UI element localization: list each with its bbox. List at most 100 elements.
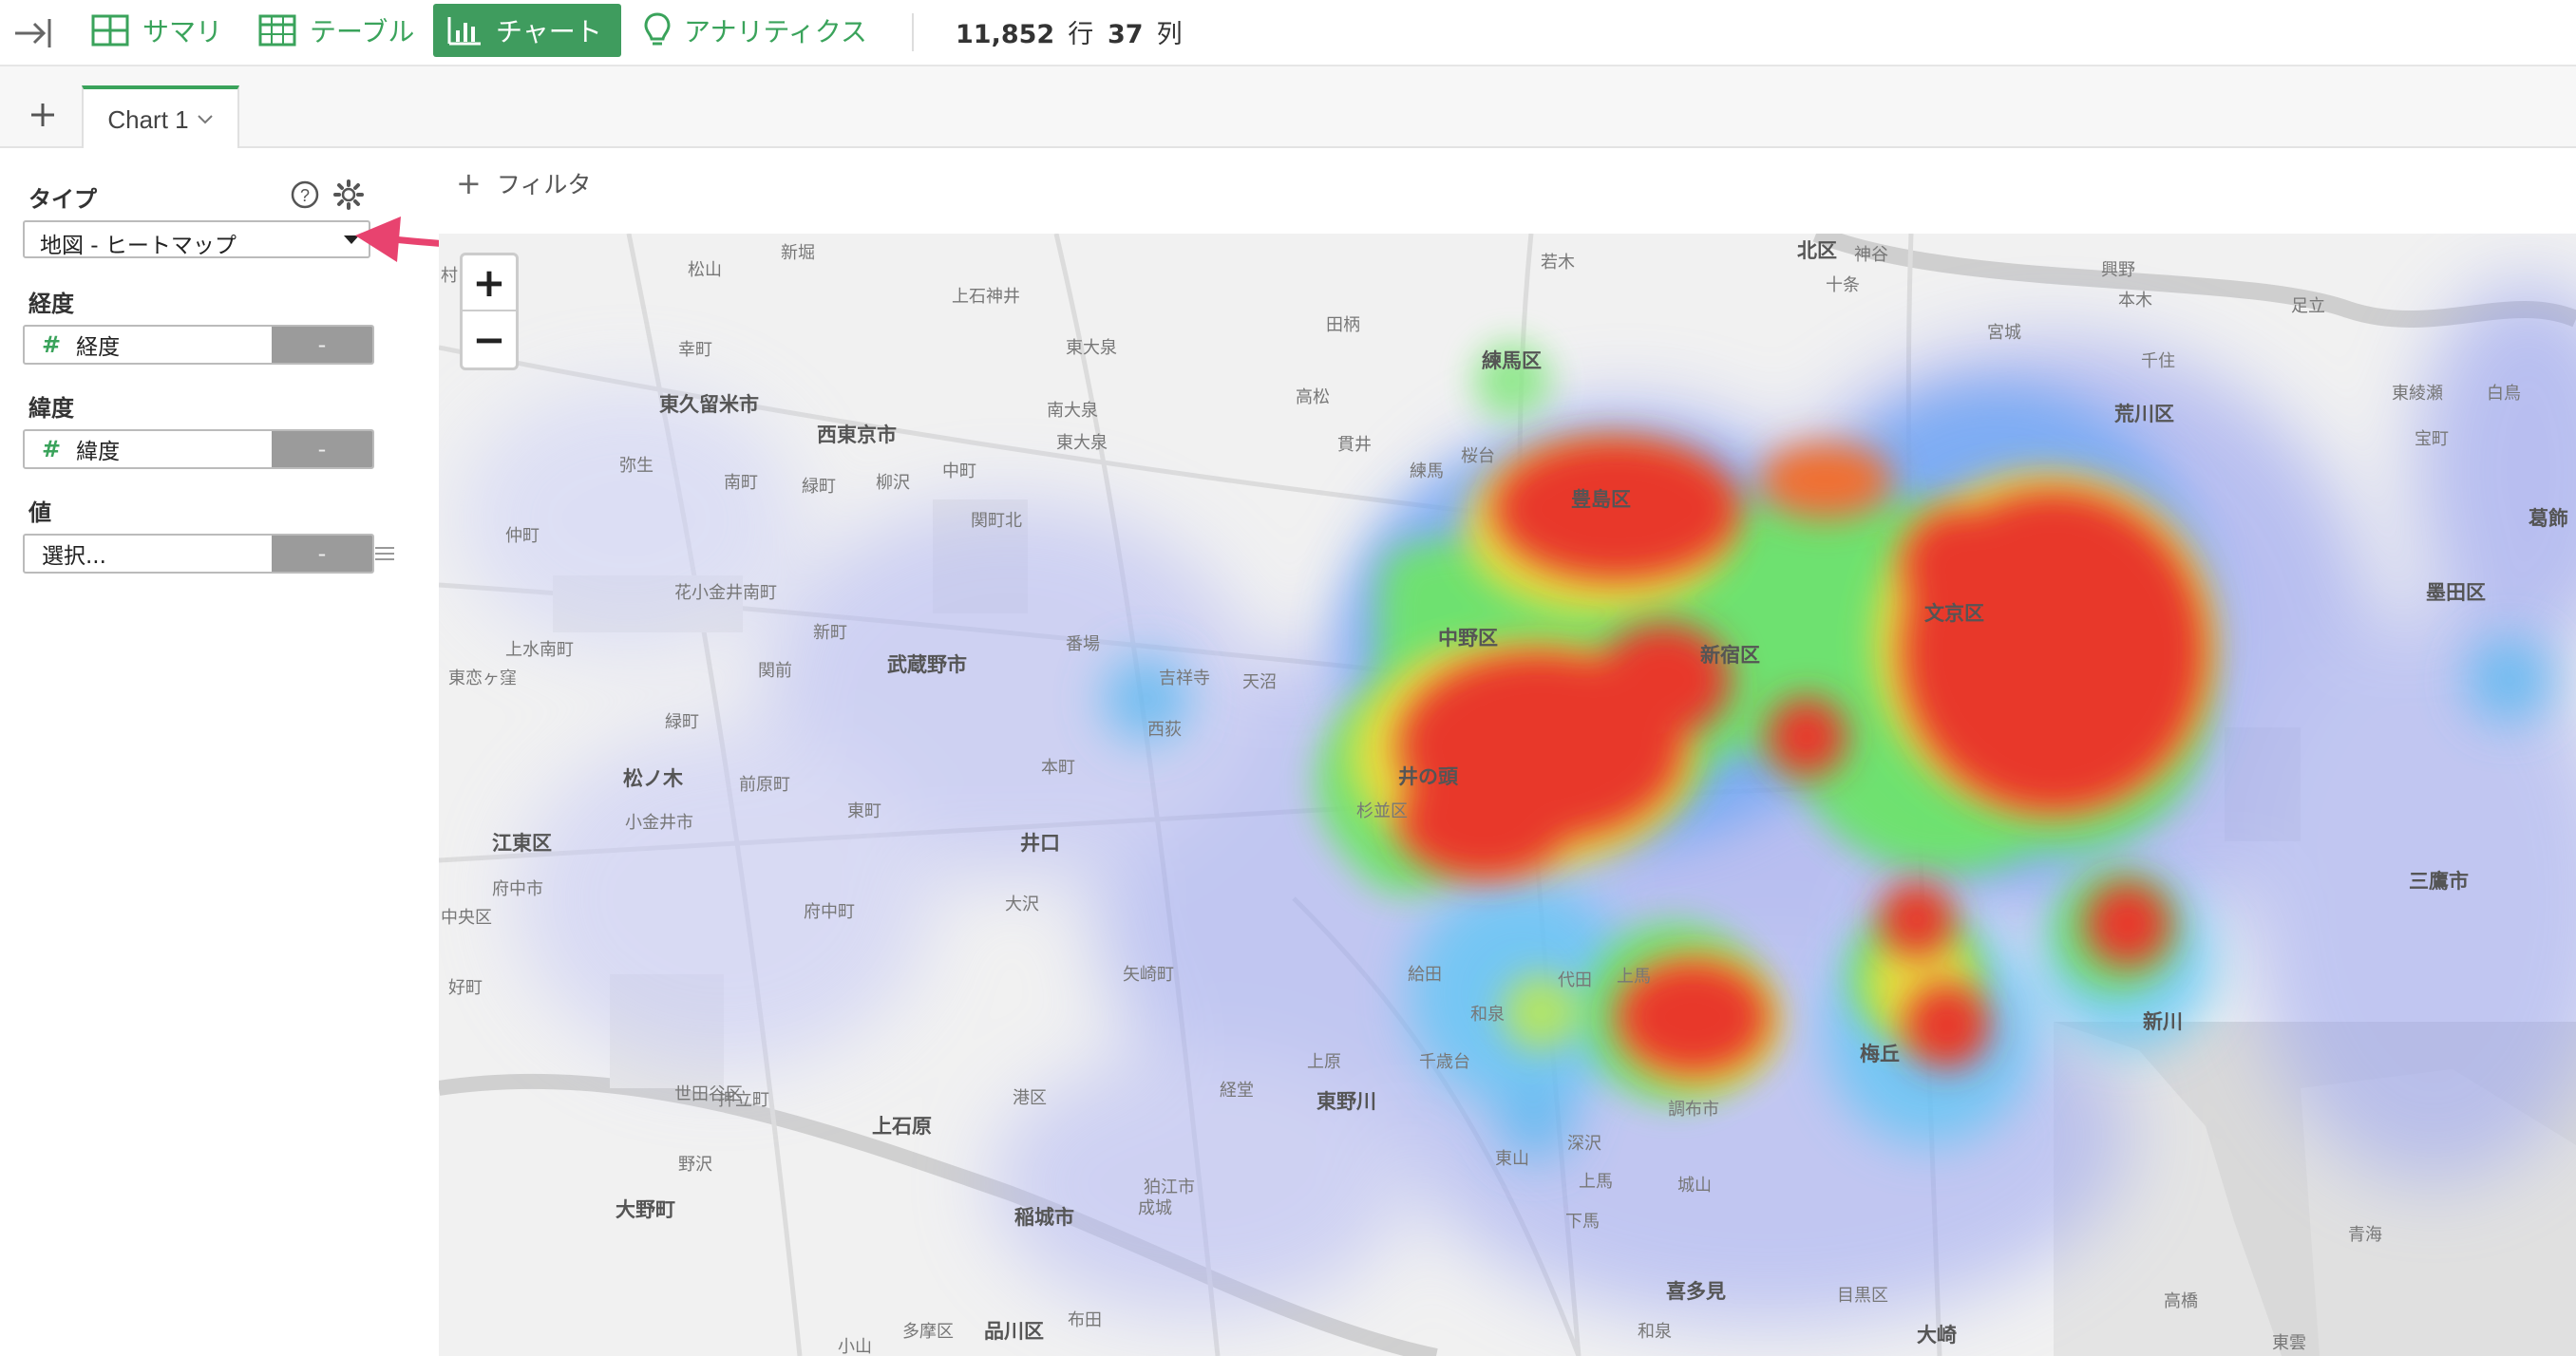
place-label: 武蔵野市 — [887, 653, 967, 676]
place-label: 南大泉 — [1047, 401, 1098, 421]
place-label: 若木 — [1541, 253, 1575, 273]
place-label: 港区 — [1013, 1088, 1047, 1108]
place-label: 城山 — [1677, 1176, 1712, 1196]
place-label: 桜台 — [1461, 446, 1495, 466]
value-field[interactable]: 選択... - — [23, 534, 374, 574]
place-label: 小金井市 — [625, 813, 693, 833]
latitude-field[interactable]: # 緯度 - — [23, 429, 374, 469]
collapse-panel-icon[interactable] — [11, 11, 55, 55]
longitude-aggregate-button[interactable]: - — [272, 327, 372, 363]
row-count-unit: 行 — [1068, 20, 1094, 49]
place-label: 吉祥寺 — [1159, 669, 1210, 688]
place-label: 宮城 — [1987, 323, 2021, 343]
place-label: 中野区 — [1438, 627, 1498, 650]
gear-icon[interactable] — [332, 179, 365, 211]
place-label: 天沼 — [1242, 672, 1277, 692]
value-field-select[interactable]: 選択... — [25, 536, 272, 572]
add-tab-button[interactable] — [19, 93, 66, 137]
latitude-field-name[interactable]: # 緯度 — [25, 431, 272, 467]
longitude-label: 経度 — [28, 291, 74, 317]
place-label: 千歳台 — [1419, 1052, 1470, 1072]
row-count: 11,852 行 — [956, 13, 1093, 50]
analytics-label: アナリティクス — [684, 16, 867, 47]
chevron-down-icon[interactable] — [197, 114, 214, 125]
map-zoom-control: + − — [460, 253, 519, 370]
help-icon[interactable]: ? — [289, 179, 321, 211]
place-label: 仲町 — [505, 526, 540, 546]
place-label: 松山 — [688, 260, 722, 280]
place-label: 弥生 — [619, 456, 653, 476]
place-label: 北区 — [1797, 239, 1837, 262]
place-label: 神谷 — [1854, 245, 1888, 265]
place-label: 宝町 — [2415, 429, 2449, 449]
analytics-button[interactable]: アナリティクス — [631, 4, 881, 57]
plus-icon: + — [456, 165, 482, 201]
place-label: 青海 — [2348, 1225, 2382, 1245]
place-label: 花小金井南町 — [674, 583, 777, 603]
chart-button[interactable]: チャート — [433, 4, 621, 57]
place-label: 足立 — [2291, 296, 2325, 316]
summary-grid-icon — [91, 14, 129, 47]
add-filter-button[interactable]: + フィルタ — [456, 165, 591, 201]
place-label: 墨田区 — [2426, 581, 2486, 604]
place-label: 文京区 — [1924, 602, 1984, 625]
filter-label: フィルタ — [496, 171, 592, 198]
place-label: 成城 — [1138, 1198, 1172, 1218]
place-label: 稲城市 — [1014, 1206, 1074, 1229]
place-label: 南町 — [724, 473, 758, 493]
place-label: 三鷹市 — [2409, 870, 2469, 893]
place-label: 杉並区 — [1356, 801, 1408, 821]
place-label: 大沢 — [1005, 895, 1039, 914]
place-label: 小山 — [838, 1337, 872, 1356]
place-label: 押立町 — [718, 1090, 769, 1110]
place-label: 松ノ木 — [623, 767, 683, 790]
place-label: 荒川区 — [2114, 403, 2174, 425]
place-label: 白鳥 — [2487, 384, 2521, 404]
place-label: 上石原 — [872, 1115, 932, 1138]
place-label: 大野町 — [616, 1198, 675, 1221]
summary-button[interactable]: サマリ — [78, 4, 236, 57]
place-label: 矢崎町 — [1123, 965, 1174, 985]
place-label: 調布市 — [1668, 1100, 1719, 1120]
zoom-in-button[interactable]: + — [463, 255, 516, 311]
bar-chart-icon — [447, 17, 481, 46]
place-label: 好町 — [448, 978, 483, 998]
place-label: 経堂 — [1220, 1081, 1254, 1101]
place-label: 貫井 — [1337, 435, 1372, 455]
latitude-aggregate-button[interactable]: - — [272, 431, 372, 467]
longitude-field[interactable]: # 経度 - — [23, 325, 374, 365]
chart-label: チャート — [496, 16, 602, 47]
hamburger-menu-icon[interactable] — [374, 545, 395, 562]
place-label: 上馬 — [1617, 967, 1651, 987]
summary-label: サマリ — [142, 16, 223, 47]
place-label: 葛飾 — [2529, 507, 2568, 530]
heatmap-map[interactable]: 北区 神谷 興野 本木 足立 若木 十条 村 松山 新堀 宮城 上石神井 幸町 … — [439, 234, 2576, 1356]
place-label: 新川 — [2143, 1010, 2183, 1033]
place-label: 高橋 — [2164, 1291, 2198, 1311]
place-label: 関前 — [758, 661, 792, 681]
type-label: タイプ — [28, 186, 97, 213]
place-label: 東綾瀬 — [2392, 384, 2443, 404]
value-placeholder: 選択... — [42, 544, 106, 569]
place-label: 東大泉 — [1056, 433, 1108, 453]
place-label: 新堀 — [781, 243, 815, 263]
svg-text:?: ? — [300, 186, 310, 205]
place-label: 東久留米市 — [659, 393, 759, 416]
value-aggregate-button[interactable]: - — [272, 536, 372, 572]
zoom-out-button[interactable]: − — [463, 311, 516, 367]
longitude-field-value: 経度 — [76, 335, 121, 360]
place-label: 柳沢 — [876, 473, 910, 493]
column-count: 37 列 — [1108, 13, 1183, 50]
chart-type-select[interactable]: 地図 - ヒートマップ — [23, 220, 370, 258]
top-toolbar: サマリ テーブル チャート アナリティクス 11,852 行 37 列 — [0, 0, 2576, 66]
place-label: 給田 — [1408, 965, 1442, 985]
table-button[interactable]: テーブル — [245, 4, 427, 57]
place-label: 目黒区 — [1837, 1286, 1888, 1306]
place-label: 和泉 — [1638, 1322, 1672, 1342]
place-label: 和泉 — [1470, 1005, 1505, 1025]
longitude-field-name[interactable]: # 経度 — [25, 327, 272, 363]
tab-chart-1[interactable]: Chart 1 — [82, 85, 239, 150]
place-label: 大崎 — [1917, 1324, 1957, 1347]
place-label: 東雲 — [2272, 1333, 2306, 1353]
place-label: 本木 — [2118, 291, 2152, 311]
